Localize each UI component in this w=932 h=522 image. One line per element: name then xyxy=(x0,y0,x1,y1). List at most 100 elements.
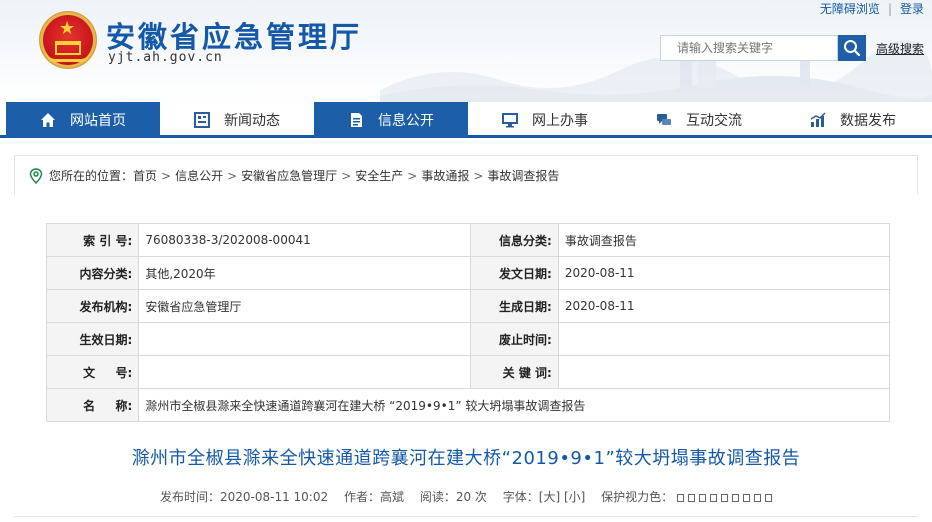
color-swatch[interactable] xyxy=(710,493,718,502)
color-swatches xyxy=(677,493,773,502)
advanced-search-link[interactable]: 高级搜索 xyxy=(876,40,924,57)
index-value: 76080338-3/202008-00041 xyxy=(138,223,471,257)
font-large-button[interactable]: [大] xyxy=(539,490,560,504)
read-count: 阅读：20 次 xyxy=(420,490,487,504)
article-title: 滁州市全椒县滁来全快速通道跨襄河在建大桥“2019•9•1”较大坍塌事故调查报告 xyxy=(131,448,801,469)
color-swatch[interactable] xyxy=(688,493,696,502)
site-header: ★ 安徽省应急管理厅 yjt.ah.gov.cn 无障碍浏览 | 登录 高级搜索 xyxy=(0,0,932,102)
breadcrumb-arrow: > xyxy=(161,168,172,183)
color-swatch[interactable] xyxy=(765,493,773,502)
top-links: 无障碍浏览 | 登录 xyxy=(820,0,924,17)
publisher-value: 安徽省应急管理厅 xyxy=(138,289,471,323)
chat-icon xyxy=(657,114,671,125)
doc-number-value xyxy=(138,355,471,389)
color-swatch[interactable] xyxy=(677,493,685,502)
national-emblem-logo[interactable]: ★ xyxy=(40,12,96,68)
search-input[interactable] xyxy=(660,35,838,61)
nav-item-online-service[interactable]: 网上办事 xyxy=(468,102,622,138)
nav-label: 数据发布 xyxy=(840,113,896,129)
document-icon xyxy=(351,113,362,127)
content-value: 其他,2020年 xyxy=(138,256,471,290)
font-label: 字体： xyxy=(502,490,539,504)
nav-label: 网站首页 xyxy=(70,113,126,129)
nav-item-home[interactable]: 网站首页 xyxy=(6,102,160,138)
breadcrumb-prefix: 您所在的位置： xyxy=(49,169,134,183)
breadcrumb-arrow: > xyxy=(341,168,352,183)
nav-item-news[interactable]: 新闻动态 xyxy=(160,102,314,138)
keywords-value xyxy=(557,355,891,389)
nav-item-info-disclosure[interactable]: 信息公开 xyxy=(314,102,468,138)
breadcrumb-item-safety[interactable]: 安全生产 xyxy=(355,167,403,184)
publisher-label: 发布机构: xyxy=(45,289,140,323)
breadcrumb-item-department[interactable]: 安徽省应急管理厅 xyxy=(241,167,337,184)
table-row: 内容分类: 其他,2020年 发文日期: 2020-08-11 xyxy=(45,256,891,290)
nav-label: 信息公开 xyxy=(378,113,434,129)
nav-item-data-release[interactable]: 数据发布 xyxy=(776,102,930,138)
effective-date-label: 生效日期: xyxy=(45,322,140,356)
home-icon xyxy=(41,113,55,127)
issue-date-value: 2020-08-11 xyxy=(557,256,891,290)
breadcrumb-arrow: > xyxy=(227,168,238,183)
breadcrumb-arrow: > xyxy=(407,168,418,183)
reads-label: 阅读： xyxy=(419,490,456,504)
breadcrumb-item-home[interactable]: 首页 xyxy=(133,167,157,184)
table-row: 发布机构: 安徽省应急管理厅 生成日期: 2020-08-11 xyxy=(45,289,891,323)
eye-protection-colors: 保护视力色： xyxy=(601,490,773,504)
effective-date-value xyxy=(138,322,471,356)
content-label: 内容分类: xyxy=(45,256,140,290)
login-link[interactable]: 登录 xyxy=(900,0,924,17)
color-swatch[interactable] xyxy=(721,493,729,502)
color-swatch[interactable] xyxy=(732,493,740,502)
doc-number-label: 文 号: xyxy=(45,355,140,389)
color-swatch[interactable] xyxy=(743,493,751,502)
name-label: 名 称: xyxy=(45,388,140,422)
generate-date-label: 生成日期: xyxy=(469,289,559,323)
table-row: 文 号: 关 键 词: xyxy=(45,355,891,389)
author-value: 高斌 xyxy=(379,490,404,504)
publish-time: 发布时间：2020-08-11 10:02 xyxy=(160,490,328,504)
wheat-shape xyxy=(46,52,90,62)
search-button[interactable] xyxy=(838,35,866,61)
search-icon xyxy=(844,40,861,57)
breadcrumb-item-accident[interactable]: 事故通报 xyxy=(421,167,469,184)
issue-date-label: 发文日期: xyxy=(469,256,559,290)
main-nav: 网站首页 新闻动态 信息公开 网上办事 互动交流 数据发布 xyxy=(0,102,932,138)
publish-time-value: 2020-08-11 10:02 xyxy=(219,490,329,504)
table-row: 索 引 号: 76080338-3/202008-00041 信息分类: 事故调… xyxy=(45,223,891,257)
nav-label: 网上办事 xyxy=(532,113,588,129)
info-metadata-table: 索 引 号: 76080338-3/202008-00041 信息分类: 事故调… xyxy=(45,223,891,422)
color-swatch[interactable] xyxy=(754,493,762,502)
reads-value: 20 次 xyxy=(455,490,487,504)
news-icon xyxy=(194,112,210,128)
abolish-time-label: 废止时间: xyxy=(469,322,559,356)
eye-protection-label: 保护视力色： xyxy=(601,490,674,504)
breadcrumb: 您所在的位置： 首页 > 信息公开 > 安徽省应急管理厅 > 安全生产 > 事故… xyxy=(14,155,918,195)
breadcrumb-item-info[interactable]: 信息公开 xyxy=(175,167,223,184)
accessibility-link[interactable]: 无障碍浏览 xyxy=(820,0,880,17)
nav-label: 新闻动态 xyxy=(224,113,280,129)
nav-label: 互动交流 xyxy=(686,113,742,129)
author: 作者：高斌 xyxy=(344,490,404,504)
keywords-label: 关 键 词: xyxy=(469,355,559,389)
font-small-button[interactable]: [小] xyxy=(564,490,585,504)
name-value: 滁州市全椒县滁来全快速通道跨襄河在建大桥 “2019•9•1” 较大坍塌事故调查… xyxy=(138,388,890,422)
author-label: 作者： xyxy=(343,490,380,504)
divider xyxy=(14,516,918,517)
category-label: 信息分类: xyxy=(469,223,559,257)
breadcrumb-item-report[interactable]: 事故调查报告 xyxy=(487,167,559,184)
table-row: 名 称: 滁州市全椒县滁来全快速通道跨襄河在建大桥 “2019•9•1” 较大坍… xyxy=(45,388,890,422)
color-swatch[interactable] xyxy=(699,493,707,502)
category-value: 事故调查报告 xyxy=(557,223,891,257)
monitor-icon xyxy=(502,113,518,128)
site-domain: yjt.ah.gov.cn xyxy=(108,50,223,65)
separator: | xyxy=(887,1,892,16)
font-size-controls: 字体：[大] [小] xyxy=(503,490,586,504)
table-row: 生效日期: 废止时间: xyxy=(45,322,891,356)
publish-time-label: 发布时间： xyxy=(159,490,220,504)
abolish-time-value xyxy=(557,322,891,356)
generate-date-value: 2020-08-11 xyxy=(557,289,891,323)
article-meta: 发布时间：2020-08-11 10:02 作者：高斌 阅读：20 次 字体：[… xyxy=(0,488,932,505)
location-pin-icon xyxy=(29,167,43,184)
star-icon: ★ xyxy=(59,18,76,39)
nav-item-interaction[interactable]: 互动交流 xyxy=(622,102,776,138)
